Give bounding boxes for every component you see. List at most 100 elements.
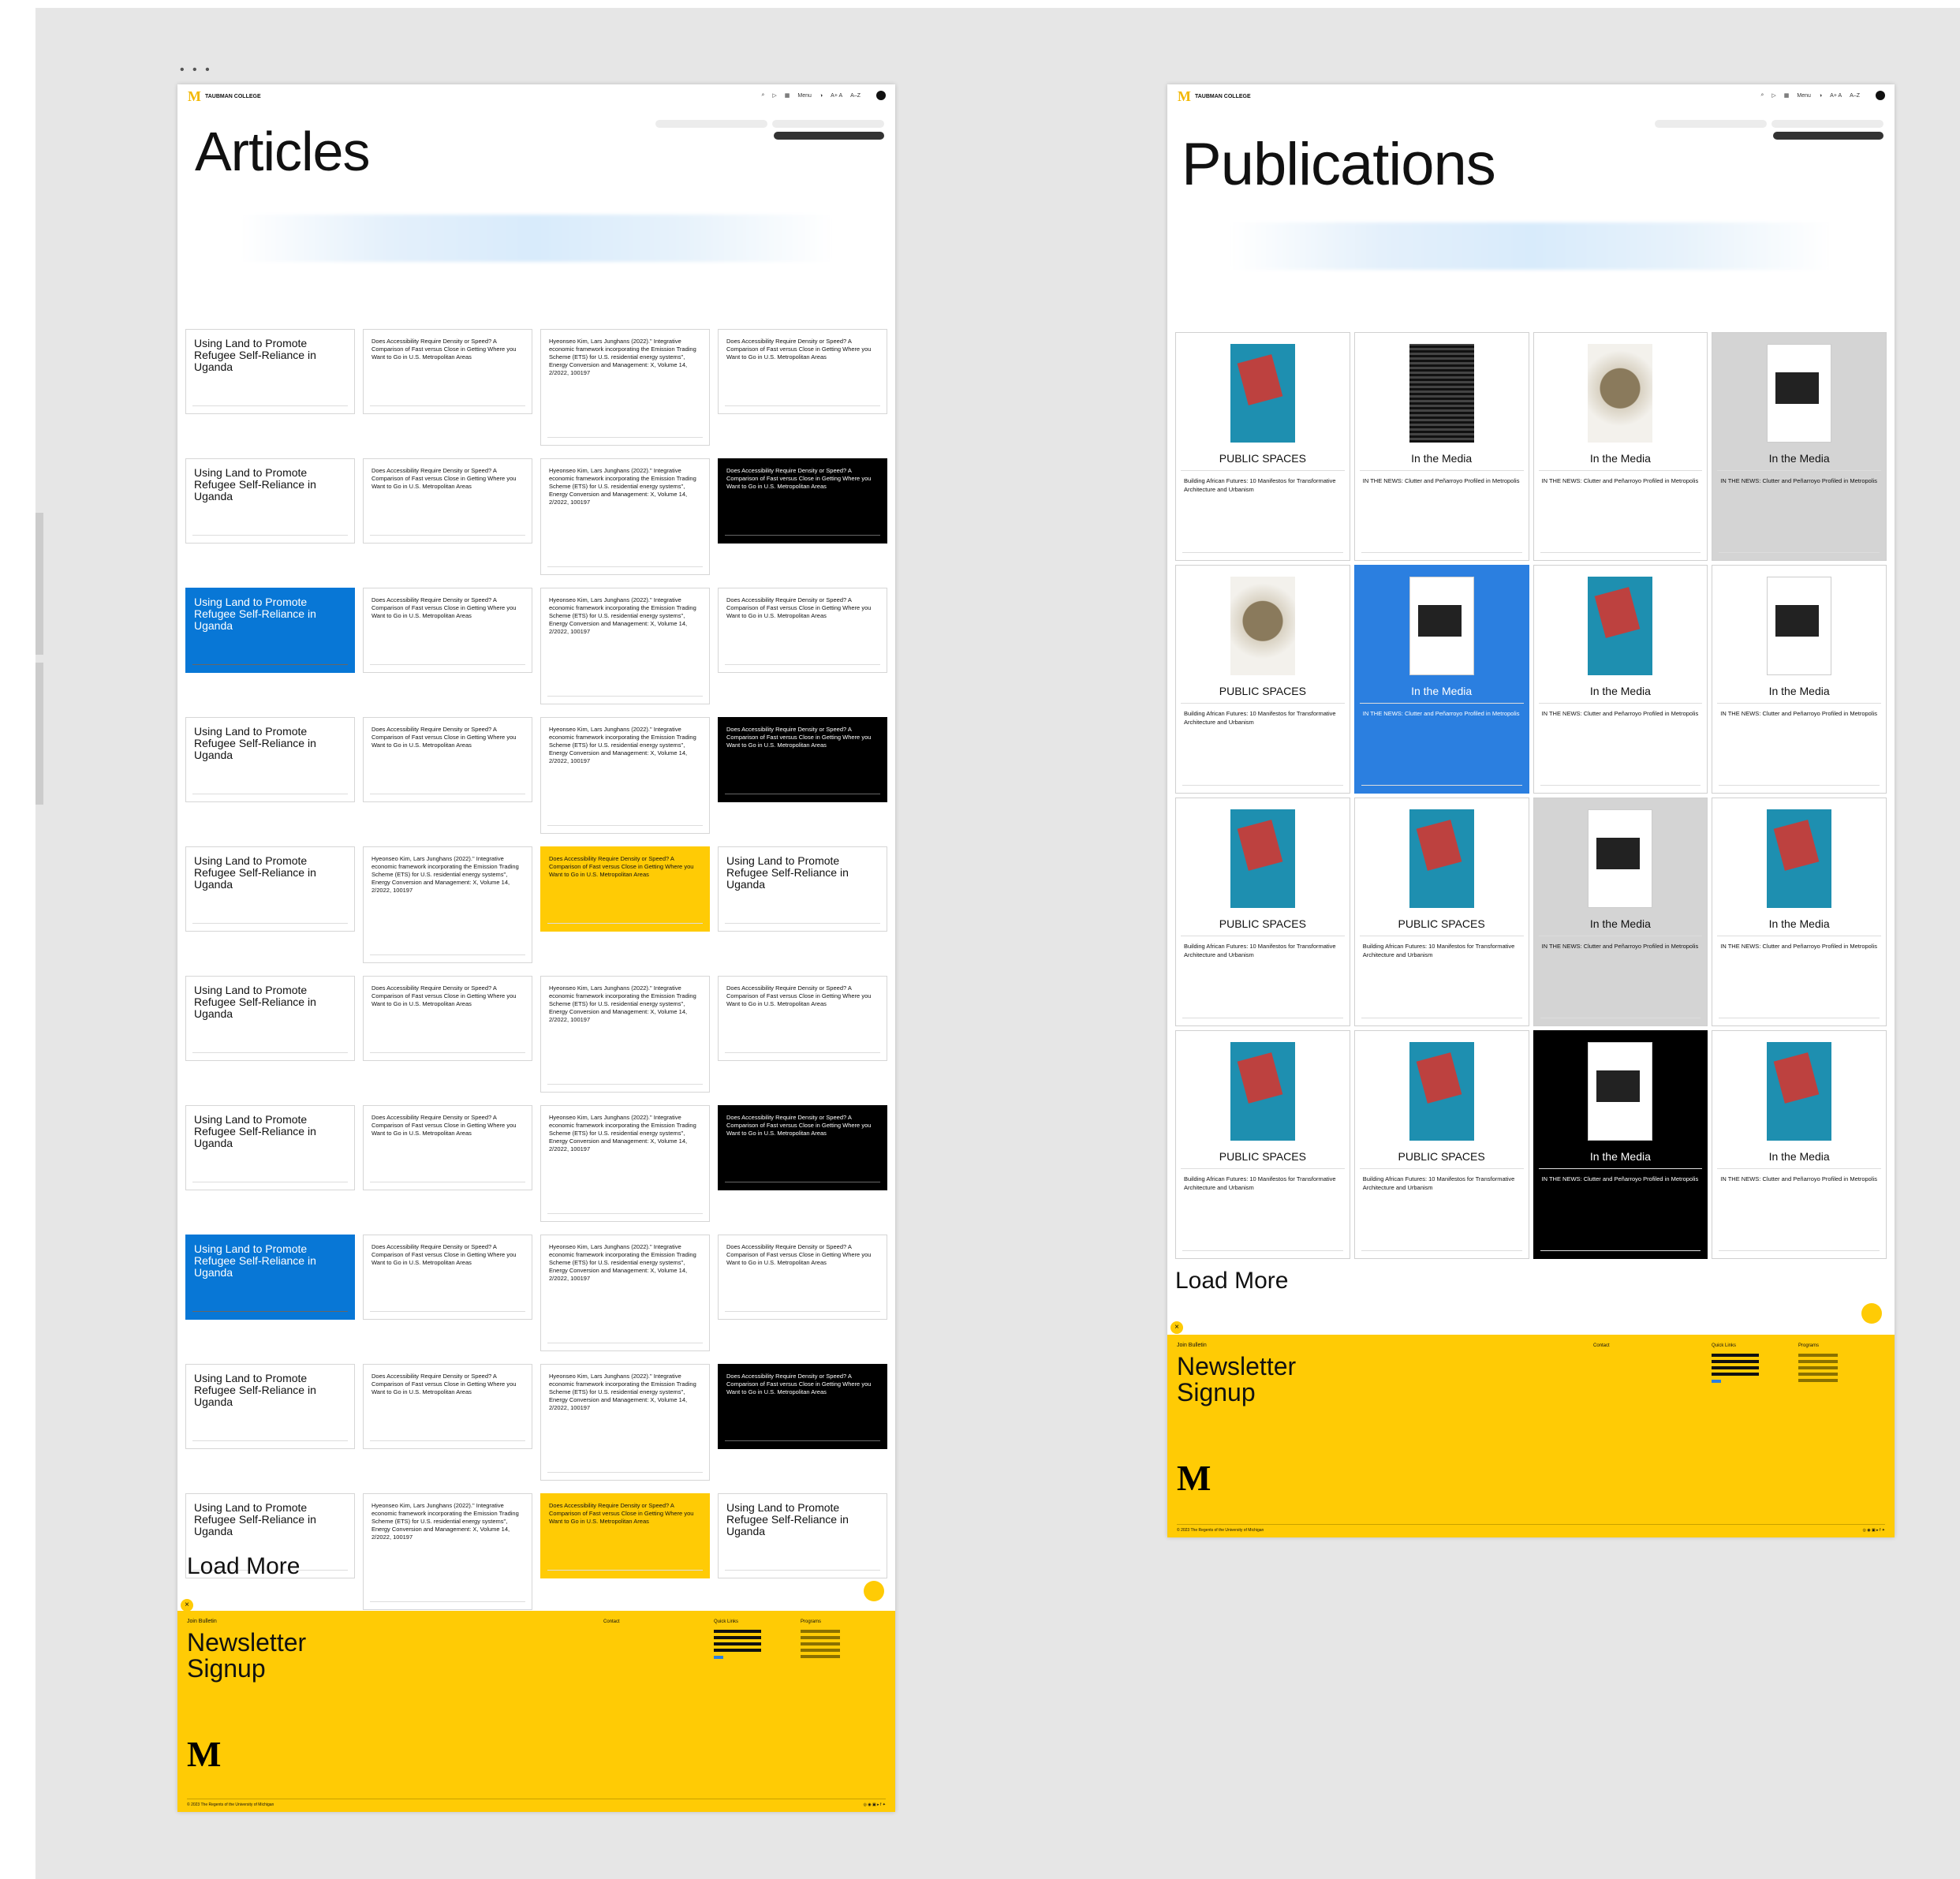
article-card[interactable]: Hyeonseo Kim, Lars Junghans (2022)." Int… [540,458,710,575]
menu-link[interactable]: Menu [797,93,812,99]
search-input[interactable] [774,132,884,140]
publication-card[interactable]: In the Media IN THE NEWS: Clutter and Peñ… [1712,565,1887,794]
search-icon[interactable]: ⌕ [1760,92,1764,99]
article-card[interactable]: Using Land to Promote Refugee Self-Relia… [185,329,355,414]
quicklink[interactable] [1712,1366,1759,1369]
close-icon[interactable]: × [1170,1321,1183,1334]
more-icon[interactable]: • • • [180,63,212,77]
profile-avatar[interactable] [1876,91,1885,100]
font-size-control[interactable]: A+ A [1830,93,1842,99]
programs-select[interactable] [1655,120,1767,128]
article-card[interactable]: Hyeonseo Kim, Lars Junghans (2022)." Int… [540,329,710,446]
program-link[interactable] [801,1655,840,1658]
article-card[interactable]: Using Land to Promote Refugee Self-Relia… [185,1105,355,1190]
contrast-icon[interactable]: ◑ [819,93,823,99]
article-card[interactable]: Using Land to Promote Refugee Self-Relia… [185,717,355,802]
scroll-top-button[interactable] [864,1581,884,1601]
quicklink[interactable] [714,1642,761,1646]
article-card[interactable]: Does Accessibility Require Density or Sp… [540,846,710,932]
site-logo[interactable]: M TAUBMAN COLLEGE [188,89,261,103]
program-link[interactable] [801,1630,840,1633]
program-link[interactable] [801,1642,840,1646]
menu-link[interactable]: Menu [1797,93,1811,99]
publication-card[interactable]: In the Media IN THE NEWS: Clutter and Peñ… [1533,1030,1708,1259]
article-card[interactable]: Using Land to Promote Refugee Self-Relia… [185,976,355,1061]
article-card[interactable]: Using Land to Promote Refugee Self-Relia… [185,1364,355,1449]
quicklink[interactable] [714,1630,761,1633]
search-input[interactable] [1773,132,1883,140]
article-card[interactable]: Does Accessibility Require Density or Sp… [718,458,887,544]
article-card[interactable]: Does Accessibility Require Density or Sp… [718,588,887,673]
program-link[interactable] [1798,1366,1838,1369]
article-card[interactable]: Does Accessibility Require Density or Sp… [363,976,532,1061]
article-card[interactable]: Does Accessibility Require Density or Sp… [718,1105,887,1190]
article-card[interactable]: Does Accessibility Require Density or Sp… [718,717,887,802]
profile-avatar[interactable] [876,91,886,100]
site-logo[interactable]: M TAUBMAN COLLEGE [1178,89,1251,103]
publication-card[interactable]: In the Media IN THE NEWS: Clutter and Peñ… [1533,798,1708,1026]
az-link[interactable]: A–Z [1850,93,1860,99]
program-link[interactable] [1798,1379,1838,1382]
program-link[interactable] [801,1649,840,1652]
article-card[interactable]: Using Land to Promote Refugee Self-Relia… [185,588,355,673]
publication-card[interactable]: In the Media IN THE NEWS: Clutter and Peñ… [1712,798,1887,1026]
publication-card[interactable]: In the Media IN THE NEWS: Clutter and Peñ… [1353,565,1529,794]
article-card[interactable]: Does Accessibility Require Density or Sp… [363,458,532,544]
article-card[interactable]: Using Land to Promote Refugee Self-Relia… [185,458,355,544]
article-card[interactable]: Does Accessibility Require Density or Sp… [718,1364,887,1449]
article-card[interactable]: Does Accessibility Require Density or Sp… [718,329,887,414]
publication-card[interactable]: In the Media IN THE NEWS: Clutter and Peñ… [1712,332,1887,561]
contrast-icon[interactable]: ◑ [1819,93,1822,99]
quicklink[interactable] [714,1649,761,1652]
program-link[interactable] [801,1636,840,1639]
publication-card[interactable]: PUBLIC SPACES Building African Futures: 1… [1353,798,1529,1026]
article-card[interactable]: Using Land to Promote Refugee Self-Relia… [185,846,355,932]
article-card[interactable]: Using Land to Promote Refugee Self-Relia… [718,846,887,932]
article-card[interactable]: Hyeonseo Kim, Lars Junghans (2022)." Int… [540,717,710,834]
article-card[interactable]: Hyeonseo Kim, Lars Junghans (2022)." Int… [540,1235,710,1351]
news-select[interactable] [772,120,884,128]
article-card[interactable]: Does Accessibility Require Density or Sp… [363,717,532,802]
publication-card[interactable]: In the Media IN THE NEWS: Clutter and Peñ… [1712,1030,1887,1259]
grid-icon[interactable]: ▦ [1784,92,1790,99]
publication-card[interactable]: PUBLIC SPACES Building African Futures: 1… [1175,332,1350,561]
article-card[interactable]: Does Accessibility Require Density or Sp… [363,1105,532,1190]
quicklink[interactable] [1712,1373,1759,1376]
article-card[interactable]: Does Accessibility Require Density or Sp… [718,1235,887,1320]
load-more-button[interactable]: Load More [187,1553,300,1580]
article-card[interactable]: Does Accessibility Require Density or Sp… [540,1493,710,1578]
article-card[interactable]: Using Land to Promote Refugee Self-Relia… [185,1235,355,1320]
program-link[interactable] [1798,1373,1838,1376]
subscribe-button[interactable] [1712,1380,1721,1383]
article-card[interactable]: Using Land to Promote Refugee Self-Relia… [718,1493,887,1578]
font-size-control[interactable]: A+ A [831,93,842,99]
play-icon[interactable]: ▷ [772,92,776,99]
publication-card[interactable]: PUBLIC SPACES Building African Futures: 1… [1175,1030,1350,1259]
publication-card[interactable]: PUBLIC SPACES Building African Futures: 1… [1175,798,1350,1026]
program-link[interactable] [1798,1354,1838,1357]
article-card[interactable]: Does Accessibility Require Density or Sp… [363,329,532,414]
publication-card[interactable]: PUBLIC SPACES Building African Futures: 1… [1353,1030,1529,1259]
quicklink[interactable] [1712,1354,1759,1357]
close-icon[interactable]: × [181,1599,193,1612]
social-icons[interactable]: ◎ ◉ ▣ ▸ f ✦ [864,1802,886,1807]
publication-card[interactable]: In the Media IN THE NEWS: Clutter and Peñ… [1533,565,1708,794]
publication-card[interactable]: In the Media IN THE NEWS: Clutter and Peñ… [1353,332,1529,561]
topics-select[interactable] [1771,120,1883,128]
social-icons[interactable]: ◎ ◉ ▣ ▸ f ✦ [1863,1528,1885,1533]
quicklink[interactable] [1712,1360,1759,1363]
article-card[interactable]: Does Accessibility Require Density or Sp… [363,1235,532,1320]
play-icon[interactable]: ▷ [1771,92,1775,99]
article-card[interactable]: Hyeonseo Kim, Lars Junghans (2022)." Int… [540,588,710,704]
load-more-button[interactable]: Load More [1175,1268,1288,1294]
program-link[interactable] [1798,1360,1838,1363]
programs-select[interactable] [655,120,767,128]
article-card[interactable]: Hyeonseo Kim, Lars Junghans (2022)." Int… [540,976,710,1093]
article-card[interactable]: Does Accessibility Require Density or Sp… [718,976,887,1061]
publication-card[interactable]: In the Media IN THE NEWS: Clutter and Peñ… [1533,332,1708,561]
az-link[interactable]: A–Z [850,93,861,99]
scroll-top-button[interactable] [1861,1303,1882,1324]
article-card[interactable]: Hyeonseo Kim, Lars Junghans (2022)." Int… [363,846,532,963]
article-card[interactable]: Does Accessibility Require Density or Sp… [363,588,532,673]
article-card[interactable]: Hyeonseo Kim, Lars Junghans (2022)." Int… [540,1364,710,1481]
